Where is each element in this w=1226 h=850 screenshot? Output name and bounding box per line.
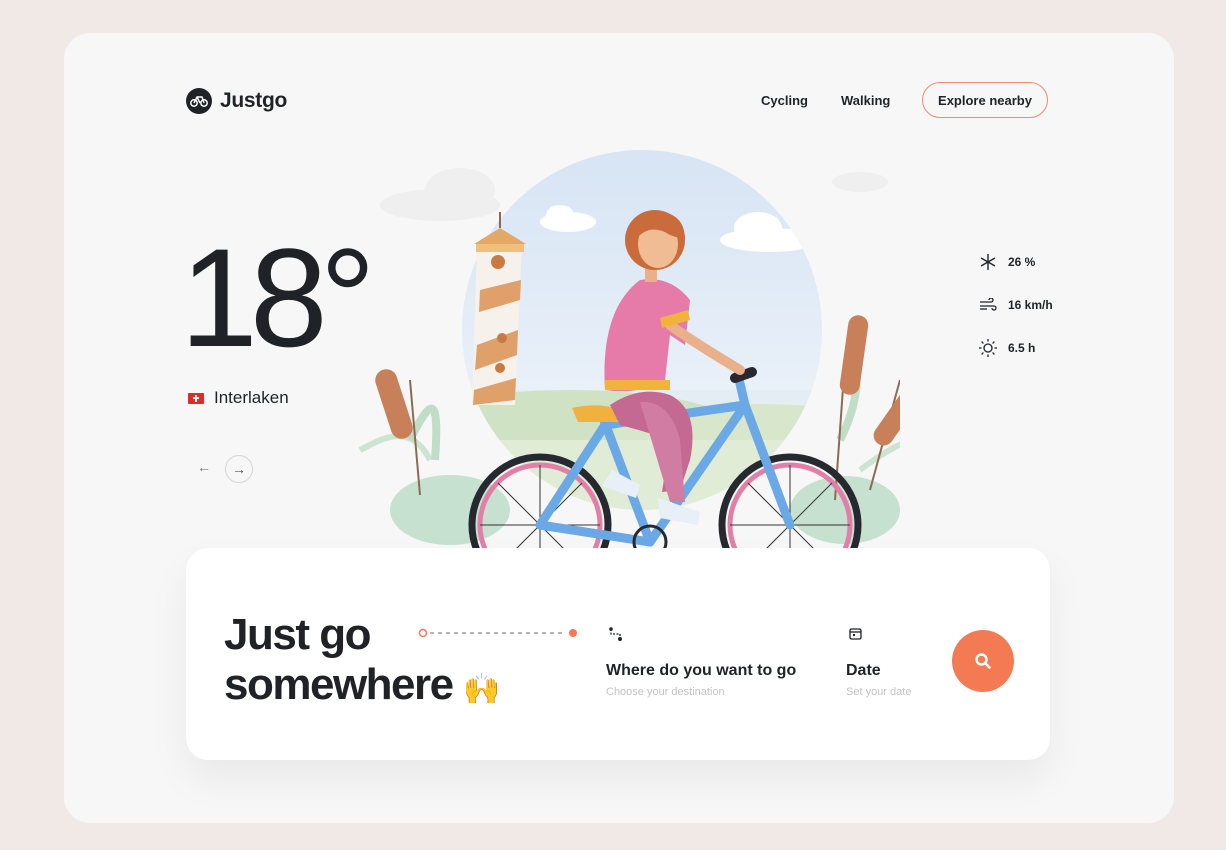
destination-label[interactable]: Where do you want to go bbox=[606, 662, 796, 680]
humidity-stat: 26 % bbox=[978, 252, 1035, 272]
nav-cycling[interactable]: Cycling bbox=[761, 93, 808, 108]
cyclist-illustration bbox=[358, 150, 900, 580]
date-label[interactable]: Date bbox=[846, 662, 881, 680]
bicycle-logo-icon bbox=[186, 88, 212, 114]
wind-stat: 16 km/h bbox=[978, 295, 1053, 315]
sunshine-stat: 6.5 h bbox=[978, 338, 1035, 358]
calendar-icon bbox=[849, 628, 862, 640]
route-point-icon bbox=[609, 627, 622, 641]
destination-input[interactable]: Choose your destination bbox=[606, 686, 725, 698]
location-name: Interlaken bbox=[214, 388, 289, 407]
logo[interactable]: Justgo bbox=[186, 88, 287, 114]
previous-arrow-icon[interactable]: ← bbox=[192, 455, 216, 479]
humidity-value: 26 % bbox=[1008, 255, 1036, 269]
nav-walking[interactable]: Walking bbox=[841, 93, 890, 108]
location: Interlaken bbox=[188, 388, 289, 408]
wind-value: 16 km/h bbox=[1008, 298, 1053, 312]
date-input[interactable]: Set your date bbox=[846, 686, 911, 698]
headline: Just go somewhere 🙌 bbox=[224, 610, 501, 715]
route-line-icon bbox=[418, 628, 577, 638]
snowflake-icon bbox=[978, 252, 998, 272]
sun-icon bbox=[978, 338, 998, 358]
brand-name: Justgo bbox=[220, 89, 288, 112]
explore-nearby-button[interactable]: Explore nearby bbox=[922, 82, 1048, 118]
wind-icon bbox=[978, 295, 998, 315]
headline-line2: somewhere 🙌 bbox=[224, 660, 501, 709]
search-card: Just go somewhere 🙌 Where do you want to… bbox=[186, 548, 1050, 760]
search-icon bbox=[975, 653, 991, 669]
raised-hands-icon: 🙌 bbox=[463, 673, 500, 706]
next-arrow-icon[interactable]: → bbox=[225, 455, 253, 483]
sunshine-value: 6.5 h bbox=[1008, 341, 1036, 355]
search-button[interactable] bbox=[952, 630, 1014, 692]
swiss-flag-icon bbox=[188, 392, 204, 404]
